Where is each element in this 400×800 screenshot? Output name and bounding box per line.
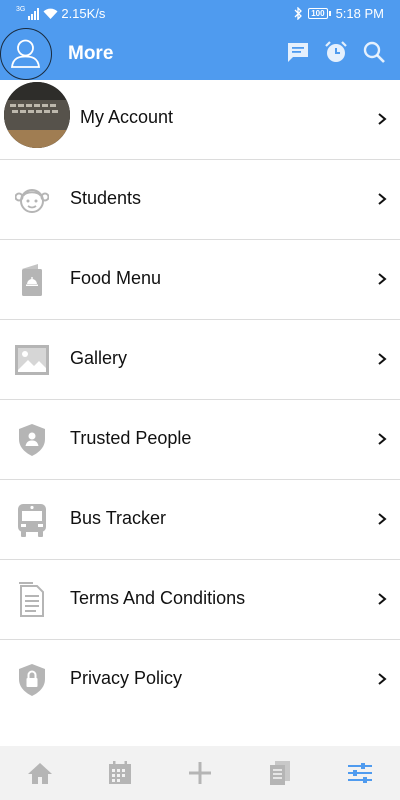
menu-item-trusted-people[interactable]: Trusted People [0,400,400,480]
profile-avatar-icon[interactable] [0,28,52,80]
food-menu-icon [14,260,50,300]
status-time: 5:18 PM [335,6,384,21]
page-title: More [68,43,114,64]
battery-indicator: 100 [308,8,331,19]
bus-icon [14,500,50,540]
menu-item-students[interactable]: Students [0,160,400,240]
network-type: 3G [16,6,26,13]
home-icon[interactable] [14,751,66,795]
notes-icon[interactable] [254,751,306,795]
status-bar: 3G 2.15K/s 100 5:18 PM [0,0,400,28]
menu-item-label: Terms And Conditions [70,588,246,608]
menu-item-bus-tracker[interactable]: Bus Tracker [0,480,400,560]
menu-item-label: Trusted People [70,428,192,448]
menu-item-label: Privacy Policy [70,668,183,688]
wifi-icon [43,8,58,19]
child-face-icon [14,180,50,220]
account-photo [4,82,70,148]
menu-item-food-menu[interactable]: Food Menu [0,240,400,320]
chat-icon[interactable] [286,40,310,64]
menu-item-label: Food Menu [70,268,162,288]
chevron-right-icon [378,513,387,525]
menu-item-label: Gallery [70,348,128,368]
settings-sliders-icon[interactable] [334,751,386,795]
bluetooth-icon [294,7,303,20]
app-bar-actions [286,40,386,64]
menu-item-label: Students [70,188,142,208]
signal-icon [28,7,40,20]
menu-item-gallery[interactable]: Gallery [0,320,400,400]
menu-item-label: Bus Tracker [70,508,167,528]
document-icon [14,580,50,620]
app-header: 3G 2.15K/s 100 5:18 PM More [0,0,400,80]
menu-item-label: My Account [80,107,174,127]
chevron-right-icon [378,593,387,605]
battery-level: 100 [308,8,328,19]
network-speed: 2.15K/s [61,6,106,21]
alarm-icon[interactable] [324,40,348,64]
more-menu-list: My Account Students Food Menu Gallery Tr… [0,80,400,720]
chevron-right-icon [378,113,387,125]
add-icon[interactable] [174,751,226,795]
search-icon[interactable] [362,40,386,64]
shield-lock-icon [14,660,50,700]
chevron-right-icon [378,193,387,205]
calendar-icon[interactable] [94,751,146,795]
chevron-right-icon [378,353,387,365]
bottom-navigation [0,746,400,800]
shield-person-icon [14,420,50,460]
chevron-right-icon [378,673,387,685]
menu-item-my-account[interactable]: My Account [0,80,400,160]
menu-item-terms-and-conditions[interactable]: Terms And Conditions [0,560,400,640]
menu-item-privacy-policy[interactable]: Privacy Policy [0,640,400,720]
gallery-icon [14,340,50,380]
chevron-right-icon [378,273,387,285]
chevron-right-icon [378,433,387,445]
